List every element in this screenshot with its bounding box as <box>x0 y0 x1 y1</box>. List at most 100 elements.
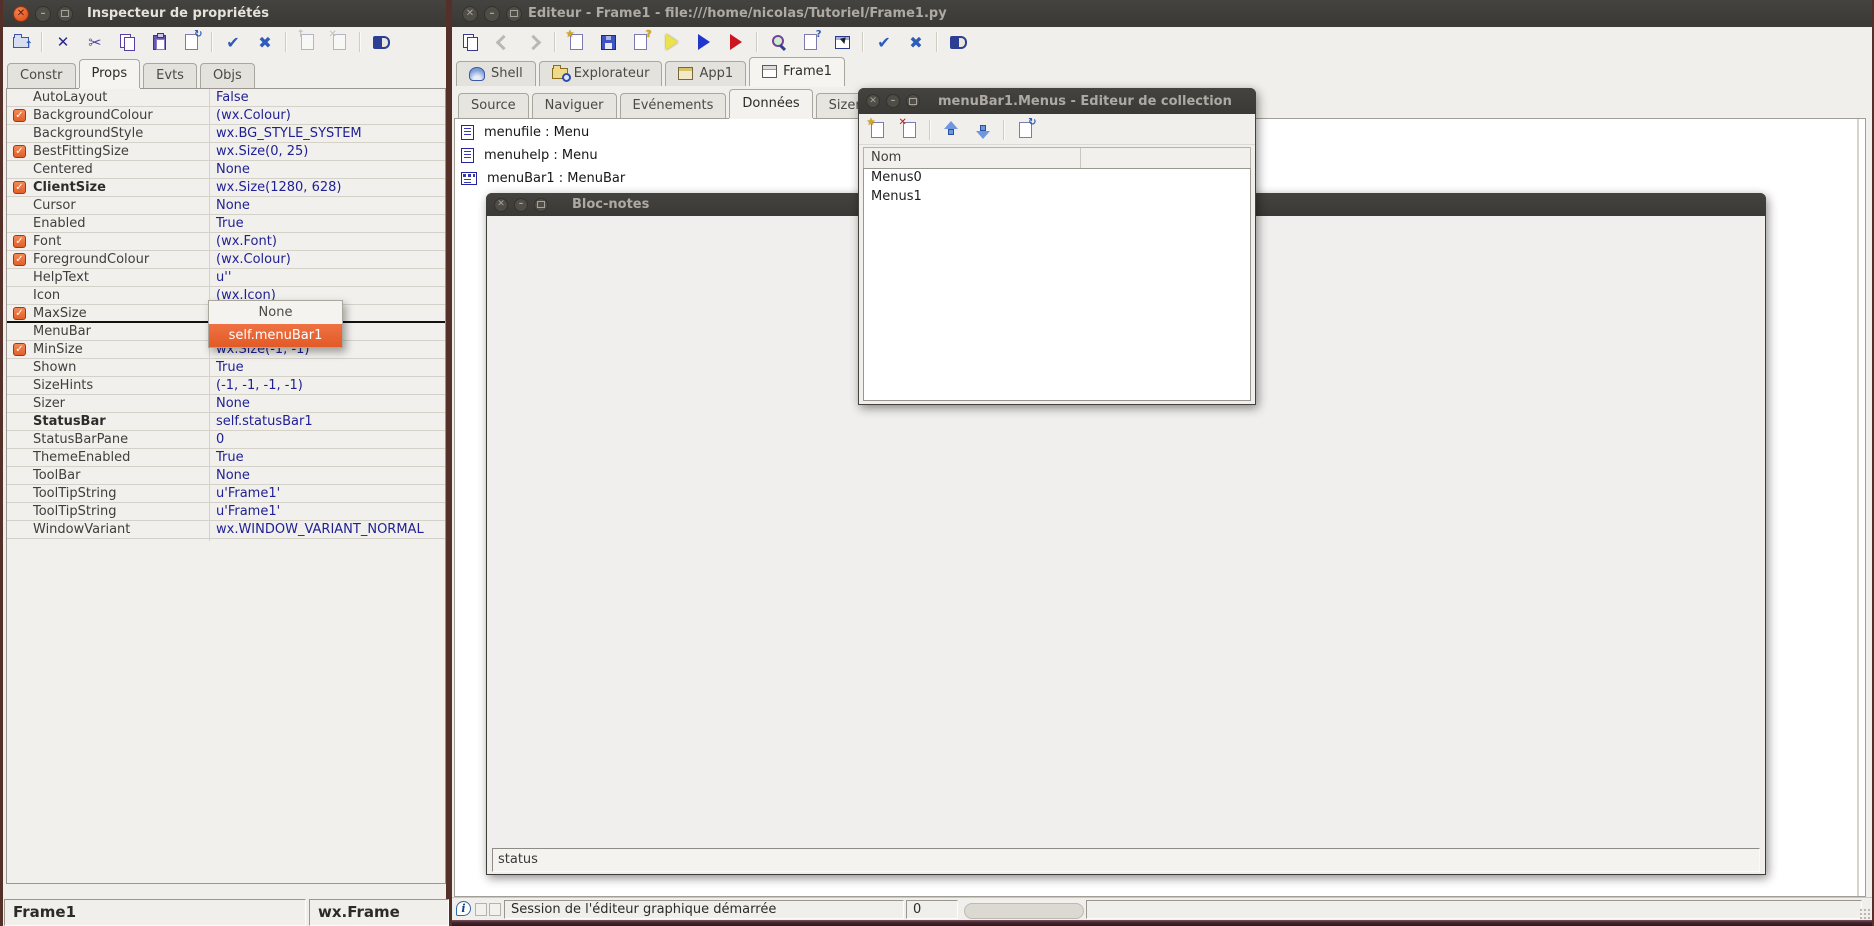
property-row[interactable]: ✓ Cursor None <box>7 197 445 215</box>
apply-button[interactable]: ↻ <box>1013 118 1037 142</box>
collection-editor-titlebar[interactable]: ✕ – menuBar1.Menus - Editeur de collecti… <box>858 88 1256 114</box>
inspect-button[interactable] <box>766 30 790 54</box>
tab-objs[interactable]: Objs <box>200 63 255 88</box>
forward-button[interactable] <box>522 30 546 54</box>
tab-frame1[interactable]: Frame1 <box>749 57 845 86</box>
tab-app1[interactable]: App1 <box>665 61 746 86</box>
tab-evts[interactable]: Evts <box>143 63 197 88</box>
property-row[interactable]: ✓ Font (wx.Font) <box>7 233 445 251</box>
property-value[interactable]: self.statusBar1 <box>216 414 313 429</box>
property-row[interactable]: ✓ Enabled True <box>7 215 445 233</box>
property-row[interactable]: ✓ ToolTipString u'Frame1' <box>7 503 445 521</box>
close-button[interactable]: ✕ <box>494 198 508 212</box>
new-item-button[interactable]: ★ <box>865 118 889 142</box>
property-checkbox[interactable]: ✓ <box>13 181 26 194</box>
copy-button[interactable] <box>115 30 139 54</box>
property-checkbox[interactable]: ✓ <box>13 253 26 266</box>
cancel-button[interactable]: ✖ <box>904 30 928 54</box>
property-row[interactable]: ✓ ClientSize wx.Size(1280, 628) <box>7 179 445 197</box>
property-value[interactable]: (wx.Font) <box>216 234 277 249</box>
paste-button[interactable] <box>147 30 171 54</box>
property-value[interactable]: (wx.Colour) <box>216 252 291 267</box>
run-module-button[interactable] <box>692 30 716 54</box>
property-row[interactable]: ✓ SizeHints (-1, -1, -1, -1) <box>7 377 445 395</box>
cancel-button[interactable]: ✖ <box>253 30 277 54</box>
designer-button[interactable] <box>830 30 854 54</box>
subtab-source[interactable]: Source <box>458 93 529 118</box>
help-button[interactable] <box>369 30 393 54</box>
info-icon[interactable]: i <box>456 901 471 916</box>
property-row[interactable]: ✓ StatusBarPane 0 <box>7 431 445 449</box>
tab-explorateur[interactable]: Explorateur <box>539 61 663 86</box>
property-row[interactable]: ✓ AutoLayout False <box>7 89 445 107</box>
collection-list-item[interactable]: Menus1 <box>864 188 1250 207</box>
property-value[interactable]: False <box>216 90 249 105</box>
close-button[interactable]: ✕ <box>866 94 880 108</box>
minimize-button[interactable]: – <box>514 198 528 212</box>
confirm-button[interactable]: ✔ <box>872 30 896 54</box>
editor-titlebar[interactable]: ✕ – Editeur - Frame1 - file:///home/nico… <box>452 0 1872 27</box>
reload-button[interactable]: ? <box>628 30 652 54</box>
refresh-button[interactable]: ↻ <box>179 30 203 54</box>
property-row[interactable]: ✓ WindowVariant wx.WINDOW_VARIANT_NORMAL <box>7 521 445 539</box>
tab-props[interactable]: Props <box>79 59 141 88</box>
delete-item-button[interactable]: ✕ <box>897 118 921 142</box>
run-app-button[interactable] <box>724 30 748 54</box>
close-button[interactable]: ✕ <box>13 6 29 22</box>
property-checkbox[interactable]: ✓ <box>13 343 26 356</box>
debug-button[interactable]: ? <box>798 30 822 54</box>
property-checkbox[interactable]: ✓ <box>13 307 26 320</box>
property-value[interactable]: True <box>216 450 244 465</box>
maximize-button[interactable] <box>57 6 73 22</box>
maximize-button[interactable] <box>534 198 548 212</box>
collection-list-item[interactable]: Menus0 <box>864 169 1250 188</box>
property-row[interactable]: ✓ StatusBar self.statusBar1 <box>7 413 445 431</box>
property-row[interactable]: ✓ ToolTipString u'Frame1' <box>7 485 445 503</box>
property-value[interactable]: None <box>216 396 250 411</box>
property-row[interactable]: ✓ Shown True <box>7 359 445 377</box>
property-row[interactable]: ✓ BackgroundStyle wx.BG_STYLE_SYSTEM <box>7 125 445 143</box>
back-button[interactable] <box>490 30 514 54</box>
minimize-button[interactable]: – <box>35 6 51 22</box>
property-value[interactable]: None <box>216 198 250 213</box>
property-value[interactable]: None <box>216 468 250 483</box>
property-value[interactable]: u'Frame1' <box>216 486 280 501</box>
tab-constr[interactable]: Constr <box>7 63 76 88</box>
dropdown-option[interactable]: None <box>209 301 342 324</box>
resize-grip[interactable] <box>1859 908 1871 920</box>
tab-shell[interactable]: Shell <box>456 61 536 86</box>
subtab-evenements[interactable]: Evénements <box>620 93 727 118</box>
property-value[interactable]: True <box>216 360 244 375</box>
maximize-button[interactable] <box>506 6 522 22</box>
run-debug-button[interactable] <box>660 30 684 54</box>
save-button[interactable] <box>596 30 620 54</box>
inspector-titlebar[interactable]: ✕ – Inspecteur de propriétés <box>3 0 446 27</box>
minimize-button[interactable]: – <box>886 94 900 108</box>
property-value[interactable]: u'Frame1' <box>216 504 280 519</box>
property-row[interactable]: ✓ BestFittingSize wx.Size(0, 25) <box>7 143 445 161</box>
property-value[interactable]: wx.Size(1280, 628) <box>216 180 341 195</box>
property-value[interactable]: wx.Size(0, 25) <box>216 144 308 159</box>
property-value[interactable]: (wx.Colour) <box>216 108 291 123</box>
column-header-nom[interactable]: Nom <box>864 148 1081 168</box>
property-row[interactable]: ✓ Centered None <box>7 161 445 179</box>
move-up-button[interactable] <box>939 118 963 142</box>
close-button[interactable]: ✕ <box>462 6 478 22</box>
property-row[interactable]: ✓ HelpText u'' <box>7 269 445 287</box>
help-button[interactable] <box>946 30 970 54</box>
property-checkbox[interactable]: ✓ <box>13 109 26 122</box>
subtab-naviguer[interactable]: Naviguer <box>532 93 617 118</box>
post-button[interactable]: ↑ <box>295 30 319 54</box>
property-value[interactable]: 0 <box>216 432 224 447</box>
maximize-button[interactable] <box>906 94 920 108</box>
statusbar-mini-button[interactable] <box>489 903 501 916</box>
property-value[interactable]: wx.BG_STYLE_SYSTEM <box>216 126 362 141</box>
palette-button[interactable] <box>458 30 482 54</box>
new-file-button[interactable]: ★ <box>564 30 588 54</box>
property-row[interactable]: ✓ Sizer None <box>7 395 445 413</box>
property-value[interactable]: u'' <box>216 270 231 285</box>
property-row[interactable]: ✓ BackgroundColour (wx.Colour) <box>7 107 445 125</box>
confirm-button[interactable]: ✔ <box>221 30 245 54</box>
statusbar-mini-button[interactable] <box>475 903 487 916</box>
property-row[interactable]: ✓ ToolBar None <box>7 467 445 485</box>
